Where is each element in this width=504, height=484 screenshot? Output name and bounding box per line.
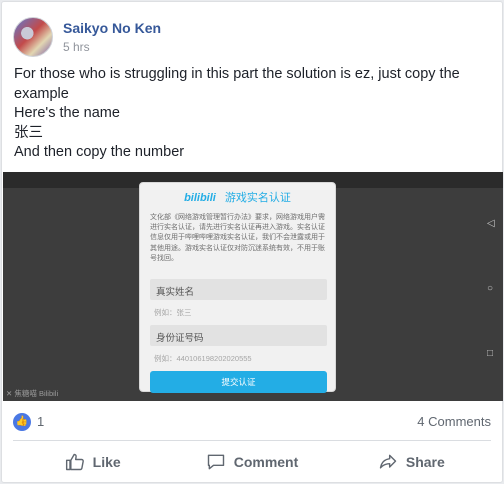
share-button[interactable]: Share xyxy=(332,442,491,482)
like-button[interactable]: Like xyxy=(13,442,172,482)
post-image[interactable]: bilibili 游戏实名认证 文化部《网络游戏管理暂行办法》要求，网络游戏用户… xyxy=(3,172,503,401)
verification-dialog: bilibili 游戏实名认证 文化部《网络游戏管理暂行办法》要求，网络游戏用户… xyxy=(139,182,336,393)
like-label: Like xyxy=(92,454,121,470)
post-line: For those who is struggling in this part… xyxy=(14,66,460,82)
comment-label: Comment xyxy=(233,454,299,470)
share-arrow-icon xyxy=(379,454,397,469)
bilibili-logo: bilibili xyxy=(184,192,216,204)
recents-square-icon: □ xyxy=(487,348,494,359)
post-stats: 👍 1 4 Comments xyxy=(13,411,491,433)
post-card: Saikyo No Ken 5 hrs For those who is str… xyxy=(1,1,503,483)
post-line: And then copy the number xyxy=(14,144,185,160)
comment-button[interactable]: Comment xyxy=(172,442,331,482)
post-line: 张三 xyxy=(14,124,43,141)
dialog-title: 游戏实名认证 xyxy=(224,192,291,204)
comment-bubble-icon xyxy=(207,454,224,470)
post-line: Here's the name xyxy=(14,105,120,121)
like-reaction-icon[interactable]: 👍 xyxy=(13,413,31,431)
android-nav-icons: ◁ ○ □ xyxy=(487,218,499,401)
avatar[interactable] xyxy=(13,17,53,57)
real-name-hint: 例如：张三 xyxy=(154,308,192,317)
home-circle-icon: ○ xyxy=(487,283,494,294)
thumbs-up-icon xyxy=(65,453,84,471)
submit-verification-button: 提交认证 xyxy=(150,371,327,393)
post-line: example xyxy=(14,85,69,102)
real-name-field: 真实姓名 xyxy=(150,279,327,300)
dialog-description: 文化部《网络游戏管理暂行办法》要求，网络游戏用户需进行实名认证，请先进行实名认证… xyxy=(150,214,325,262)
author-name[interactable]: Saikyo No Ken xyxy=(63,19,161,37)
like-count[interactable]: 1 xyxy=(37,414,44,429)
id-number-hint: 例如：440106198202020555 xyxy=(154,354,252,363)
post-timestamp[interactable]: 5 hrs xyxy=(63,39,161,55)
divider xyxy=(13,440,491,441)
post-header: Saikyo No Ken 5 hrs xyxy=(13,15,161,59)
comment-count-link[interactable]: 4 Comments xyxy=(417,414,491,429)
action-bar: Like Comment Share xyxy=(13,442,491,482)
back-triangle-icon: ◁ xyxy=(487,218,495,229)
id-number-field: 身份证号码 xyxy=(150,325,327,346)
post-text: For those who is struggling in this part… xyxy=(14,65,492,163)
image-watermark: ✕ 焦糖喵 Bilibili xyxy=(6,389,59,398)
share-label: Share xyxy=(405,454,445,470)
